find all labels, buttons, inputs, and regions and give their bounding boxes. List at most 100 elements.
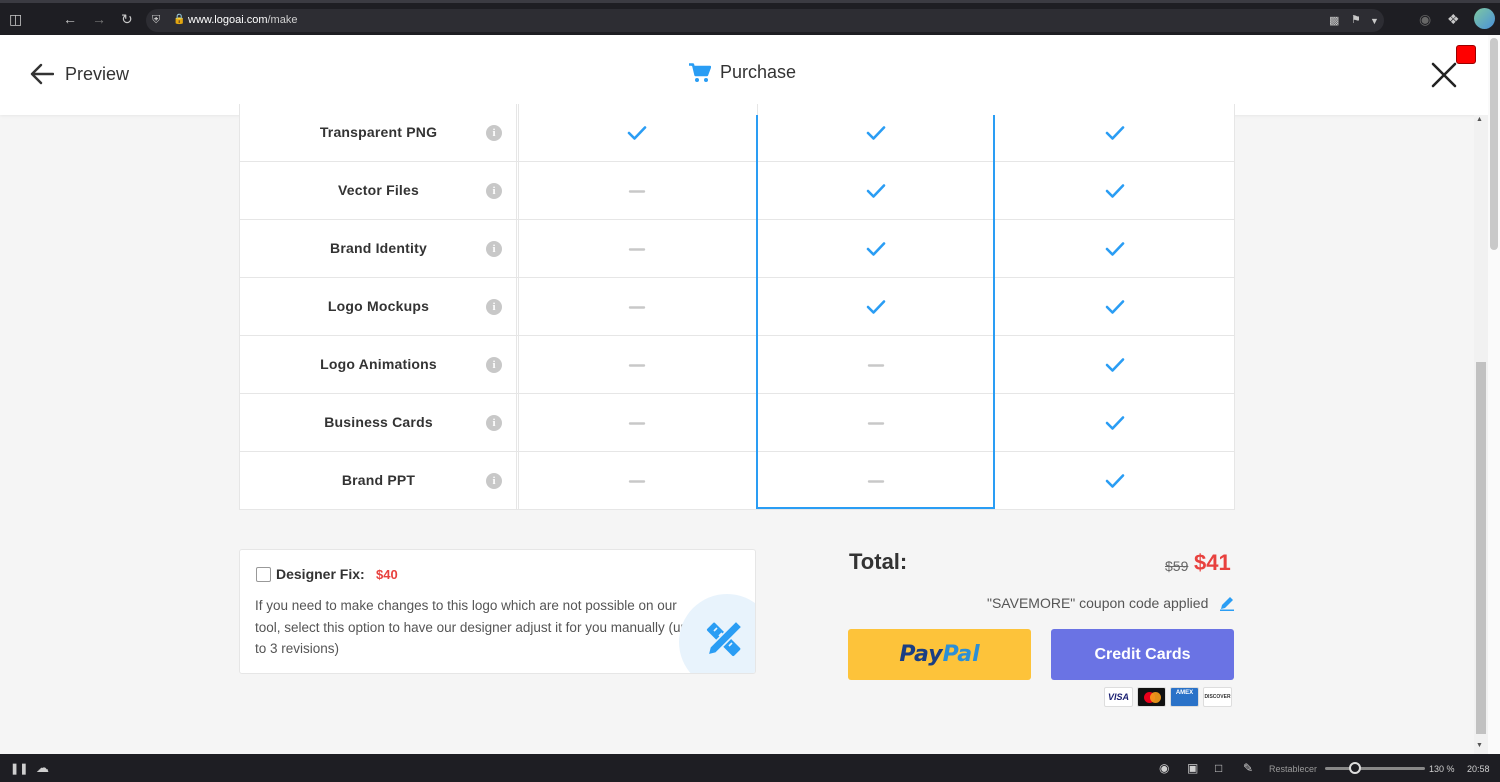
check-icon: [866, 126, 886, 140]
edit-pencil-icon[interactable]: [1219, 595, 1235, 611]
dash-icon: [628, 480, 646, 483]
coupon-applied-text: "SAVEMORE" coupon code applied: [987, 595, 1209, 611]
avatar[interactable]: [1474, 8, 1495, 29]
tiling-icon[interactable]: □: [1215, 761, 1222, 775]
column-divider: [518, 104, 519, 161]
info-icon[interactable]: i: [486, 241, 502, 257]
feature-name: Transparent PNG: [319, 124, 438, 140]
scroll-down-arrow-icon[interactable]: ▼: [1476, 742, 1483, 749]
credit-cards-button[interactable]: Credit Cards: [1051, 629, 1234, 680]
check-icon: [866, 242, 886, 256]
bookmark-icon[interactable]: ⚑: [1351, 13, 1361, 27]
feature-row: Brand Identity i: [240, 220, 1234, 278]
column-divider: [757, 394, 758, 451]
feature-name: Logo Animations: [320, 356, 437, 372]
column-divider: [757, 278, 758, 335]
feature-name: Logo Mockups: [327, 298, 430, 314]
designer-fix-checkbox[interactable]: [256, 567, 271, 582]
puzzle-icon[interactable]: ❖: [1447, 12, 1460, 26]
feature-row: Brand PPT i: [240, 452, 1234, 510]
check-icon: [1105, 358, 1125, 372]
feature-row: Logo Animations i: [240, 336, 1234, 394]
feature-row: Transparent PNG i: [240, 104, 1234, 162]
page-title: Purchase: [689, 62, 796, 83]
window-icon[interactable]: ▣: [1187, 761, 1198, 775]
shield-icon[interactable]: ⛨: [152, 13, 160, 27]
info-icon[interactable]: i: [486, 473, 502, 489]
info-icon[interactable]: i: [486, 299, 502, 315]
column-divider: [757, 452, 758, 509]
reader-icon[interactable]: ✎: [1243, 761, 1253, 775]
reload-icon[interactable]: ↻: [121, 12, 133, 26]
column-divider: [518, 220, 519, 277]
scroll-up-arrow-icon[interactable]: ▲: [1476, 116, 1483, 123]
info-icon[interactable]: i: [486, 125, 502, 141]
page-scrollbar-thumb[interactable]: [1490, 38, 1498, 250]
arrow-left-icon: [30, 63, 54, 85]
extension-icon[interactable]: ◉: [1419, 12, 1431, 26]
info-icon[interactable]: i: [486, 415, 502, 431]
feature-row: Business Cards i: [240, 394, 1234, 452]
column-divider: [757, 220, 758, 277]
feature-name: Business Cards: [324, 414, 433, 430]
check-icon: [627, 126, 647, 140]
check-icon: [1105, 184, 1125, 198]
notification-badge[interactable]: [1456, 45, 1476, 64]
feature-name-cell: Business Cards i: [240, 394, 517, 451]
preview-back-button[interactable]: Preview: [30, 63, 129, 85]
info-icon[interactable]: i: [486, 183, 502, 199]
forward-arrow-icon[interactable]: →: [92, 12, 106, 26]
paypal-button[interactable]: PayPal: [848, 629, 1031, 680]
panels-icon[interactable]: ❚❚: [10, 762, 28, 775]
visa-logo: VISA: [1104, 687, 1133, 707]
feature-comparison-table: Transparent PNG i Vector Files i Brand Ident…: [239, 104, 1235, 510]
feature-row: Vector Files i: [240, 162, 1234, 220]
feature-name: Vector Files: [338, 182, 419, 198]
designer-fix-option: Designer Fix: $40 If you need to make ch…: [239, 549, 756, 674]
sidebar-toggle-icon[interactable]: ◫: [9, 12, 22, 26]
designer-fix-title: Designer Fix:: [276, 566, 365, 582]
info-icon[interactable]: i: [486, 357, 502, 373]
column-divider: [518, 336, 519, 393]
paypal-logo-pal: Pal: [942, 642, 980, 667]
discounted-price: $41: [1194, 550, 1231, 575]
dash-icon: [628, 306, 646, 309]
feature-name-cell: Vector Files i: [240, 162, 517, 219]
column-divider: [518, 162, 519, 219]
original-price: $59: [1165, 558, 1189, 574]
cloud-icon[interactable]: ☁: [36, 760, 49, 776]
column-divider: [757, 104, 758, 161]
modal-scrollbar-thumb[interactable]: [1476, 362, 1486, 734]
feature-name: Brand PPT: [341, 472, 416, 488]
pencil-ruler-icon: [706, 619, 744, 657]
check-icon: [1105, 242, 1125, 256]
reset-zoom-button[interactable]: Restablecer: [1269, 764, 1317, 774]
capture-icon[interactable]: ◉: [1159, 761, 1169, 775]
feature-name-cell: Brand PPT i: [240, 452, 517, 509]
lock-icon[interactable]: 🔒: [173, 13, 185, 27]
check-icon: [1105, 300, 1125, 314]
zoom-slider[interactable]: [1325, 767, 1425, 770]
card-brand-logos: VISA AMEX DISCOVER: [1104, 687, 1232, 707]
close-icon[interactable]: [1430, 61, 1458, 89]
clipboard-icon[interactable]: ▩: [1329, 14, 1339, 28]
clock: 20:58: [1467, 764, 1490, 774]
dash-icon: [628, 422, 646, 425]
feature-name: Brand Identity: [330, 240, 427, 256]
column-divider: [518, 394, 519, 451]
cart-icon: [689, 62, 711, 82]
preview-label: Preview: [65, 63, 130, 84]
zoom-level: 130 %: [1429, 764, 1455, 774]
address-bar[interactable]: ⛨ 🔒 www.logoai.com/make ▩ ⚑ ▼: [146, 9, 1384, 32]
amex-logo: AMEX: [1170, 687, 1199, 707]
check-icon: [1105, 474, 1125, 488]
feature-row: Logo Mockups i: [240, 278, 1234, 336]
total-label: Total:: [849, 549, 908, 574]
back-arrow-icon[interactable]: ←: [63, 12, 77, 26]
chevron-down-icon[interactable]: ▼: [1370, 14, 1379, 28]
dash-icon: [867, 480, 885, 483]
dash-icon: [628, 248, 646, 251]
url-text: www.logoai.com/make: [188, 14, 298, 26]
zoom-slider-handle[interactable]: [1349, 762, 1361, 774]
check-icon: [866, 300, 886, 314]
